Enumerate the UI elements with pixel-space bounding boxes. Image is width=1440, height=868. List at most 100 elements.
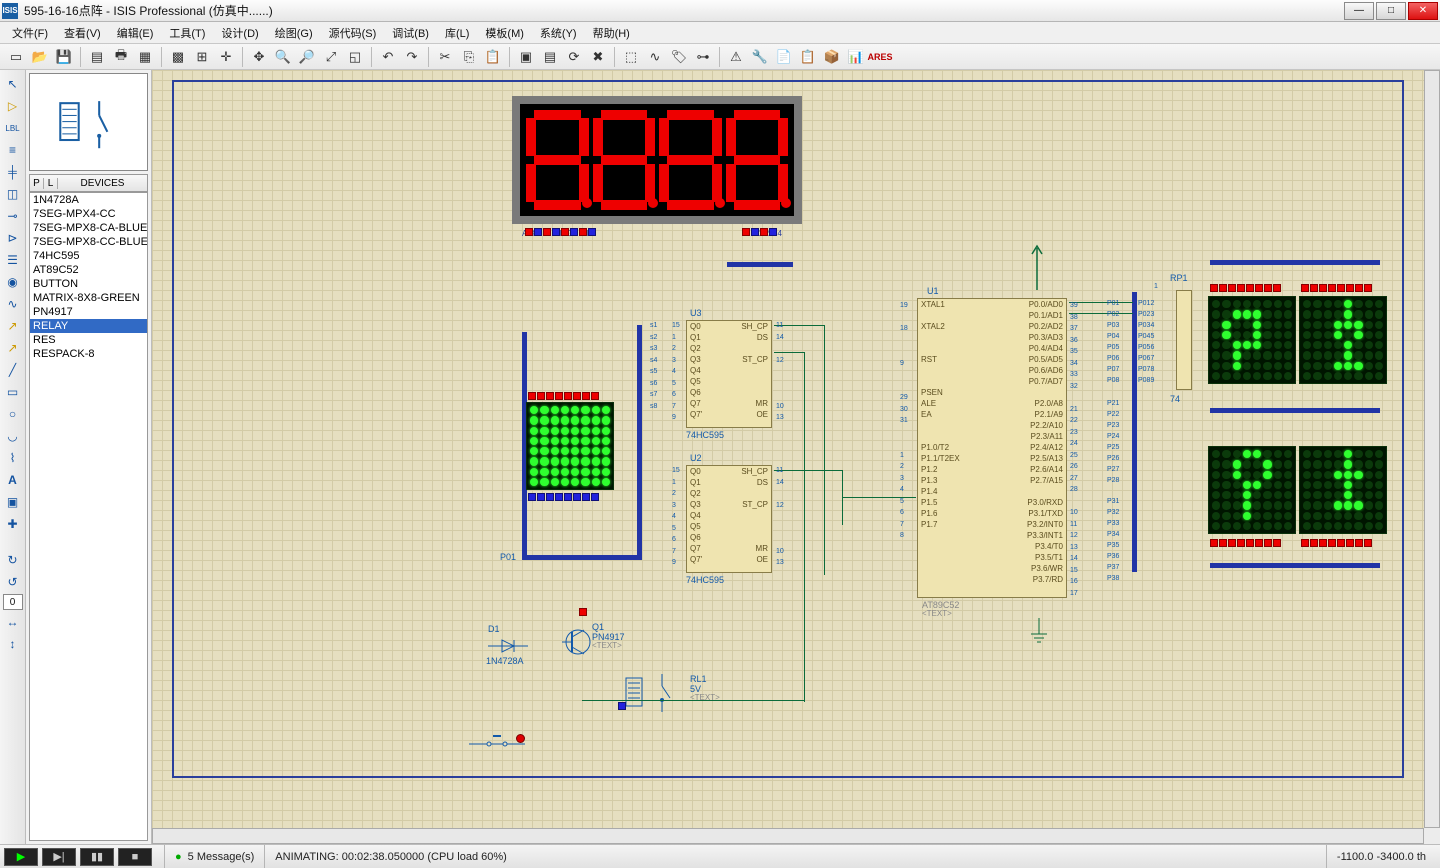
window-close-button[interactable]: ✕ <box>1408 2 1438 20</box>
u1-at89c52[interactable]: XTAL1P0.0/AD0P0.1/AD1XTAL2P0.2/AD2P0.3/A… <box>917 298 1067 598</box>
redo-icon[interactable]: ↷ <box>401 46 423 68</box>
rect-tool-icon[interactable]: ▭ <box>2 382 24 402</box>
menu-design[interactable]: 设计(D) <box>213 23 266 43</box>
menu-edit[interactable]: 编辑(E) <box>109 23 162 43</box>
menu-source[interactable]: 源代码(S) <box>321 23 385 43</box>
play-button[interactable]: ▶ <box>4 848 38 866</box>
menu-draw[interactable]: 绘图(G) <box>267 23 321 43</box>
block-copy-icon[interactable]: ▣ <box>515 46 537 68</box>
probe-i-tool-icon[interactable]: ↗ <box>2 338 24 358</box>
menu-library[interactable]: 库(L) <box>437 23 477 43</box>
rotate-cw-icon[interactable]: ↻ <box>2 550 24 570</box>
graph-tool-icon[interactable]: ☰ <box>2 250 24 270</box>
step-button[interactable]: ▶| <box>42 848 76 866</box>
schematic-canvas[interactable]: ABCDEFG DP 1234 Q0SH_CPQ1DSQ2Q3ST_CPQ4Q5… <box>152 70 1424 828</box>
mirror-h-icon[interactable]: ↔ <box>2 612 24 632</box>
line-tool-icon[interactable]: ╱ <box>2 360 24 380</box>
select-tool-icon[interactable]: ↖ <box>2 74 24 94</box>
device-list-item[interactable]: RESPACK-8 <box>30 347 147 361</box>
device-list-item[interactable]: 1N4728A <box>30 193 147 207</box>
pick-button[interactable]: P <box>30 178 44 189</box>
compile-icon[interactable]: 🔧 <box>749 46 771 68</box>
component-tool-icon[interactable]: ▷ <box>2 96 24 116</box>
device-list-item[interactable]: BUTTON <box>30 277 147 291</box>
device-list-item[interactable]: 7SEG-MPX8-CA-BLUE <box>30 221 147 235</box>
rotation-value-input[interactable]: 0 <box>3 594 23 610</box>
arc-tool-icon[interactable]: ◡ <box>2 426 24 446</box>
zoom-region-icon[interactable]: ◱ <box>344 46 366 68</box>
device-list-item[interactable]: AT89C52 <box>30 263 147 277</box>
page-setup-icon[interactable]: ▤ <box>86 46 108 68</box>
menu-template[interactable]: 模板(M) <box>477 23 532 43</box>
d1-diode-icon[interactable] <box>486 634 530 658</box>
block-delete-icon[interactable]: ✖ <box>587 46 609 68</box>
device-list-item[interactable]: 7SEG-MPX4-CC <box>30 207 147 221</box>
device-list-item[interactable]: PN4917 <box>30 305 147 319</box>
q1-transistor-icon[interactable] <box>562 622 592 662</box>
bus-tool-icon[interactable]: ╪ <box>2 162 24 182</box>
text2-tool-icon[interactable]: A <box>2 470 24 490</box>
device-list-item[interactable]: RES <box>30 333 147 347</box>
mirror-v-icon[interactable]: ↕ <box>2 634 24 654</box>
print-icon[interactable]: 🖶 <box>110 46 132 68</box>
button-actuator-icon[interactable] <box>516 734 525 743</box>
vertical-scrollbar[interactable] <box>1424 70 1440 828</box>
menu-debug[interactable]: 调试(B) <box>384 23 437 43</box>
led-matrix-top-right[interactable] <box>1299 296 1387 384</box>
text-tool-icon[interactable]: ≡ <box>2 140 24 160</box>
probe-v-tool-icon[interactable]: ↗ <box>2 316 24 336</box>
pan-icon[interactable]: ✥ <box>248 46 270 68</box>
menu-help[interactable]: 帮助(H) <box>585 23 638 43</box>
cut-icon[interactable]: ✂ <box>434 46 456 68</box>
menu-view[interactable]: 查看(V) <box>56 23 109 43</box>
led-matrix-bottom-left[interactable] <box>1208 446 1296 534</box>
u2-74hc595[interactable]: Q0SH_CPQ1DSQ2Q3ST_CPQ4Q5Q6Q7MRQ7'OE <box>686 465 772 573</box>
menu-tool[interactable]: 工具(T) <box>161 23 213 43</box>
pick-icon[interactable]: ⬚ <box>620 46 642 68</box>
save-icon[interactable]: 💾 <box>53 46 75 68</box>
zoom-in-icon[interactable]: 🔍 <box>272 46 294 68</box>
device-list-item[interactable]: 7SEG-MPX8-CC-BLUE <box>30 235 147 249</box>
wire-label-icon[interactable]: 🏷 <box>668 46 690 68</box>
report-icon[interactable]: 📊 <box>845 46 867 68</box>
device-list-item[interactable]: MATRIX-8X8-GREEN <box>30 291 147 305</box>
grid-icon[interactable]: ▩ <box>167 46 189 68</box>
bom-icon[interactable]: 📋 <box>797 46 819 68</box>
zoom-fit-icon[interactable]: ⤢ <box>320 46 342 68</box>
region-icon[interactable]: ▦ <box>134 46 156 68</box>
zoom-out-icon[interactable]: 🔎 <box>296 46 318 68</box>
generator-tool-icon[interactable]: ∿ <box>2 294 24 314</box>
origin-icon[interactable]: ✛ <box>215 46 237 68</box>
terminal-tool-icon[interactable]: ⊸ <box>2 206 24 226</box>
package-icon[interactable]: 📦 <box>821 46 843 68</box>
block-rotate-icon[interactable]: ⟳ <box>563 46 585 68</box>
grid-fine-icon[interactable]: ⊞ <box>191 46 213 68</box>
messages-status[interactable]: ● 5 Message(s) <box>164 845 264 868</box>
rotate-ccw-icon[interactable]: ↺ <box>2 572 24 592</box>
wire-tool-icon[interactable]: ∿ <box>644 46 666 68</box>
seven-segment-display[interactable]: ABCDEFG DP 1234 <box>512 96 802 224</box>
pause-button[interactable]: ▮▮ <box>80 848 114 866</box>
menu-file[interactable]: 文件(F) <box>4 23 56 43</box>
window-minimize-button[interactable]: — <box>1344 2 1374 20</box>
subcircuit-tool-icon[interactable]: ◫ <box>2 184 24 204</box>
netlist-icon[interactable]: 📄 <box>773 46 795 68</box>
block-move-icon[interactable]: ▤ <box>539 46 561 68</box>
label-tool-icon[interactable]: LBL <box>2 118 24 138</box>
ares-icon[interactable]: ARES <box>869 46 891 68</box>
device-list-item[interactable]: 74HC595 <box>30 249 147 263</box>
tape-tool-icon[interactable]: ◉ <box>2 272 24 292</box>
copy-icon[interactable]: ⎘ <box>458 46 480 68</box>
device-list-item[interactable]: RELAY <box>30 319 147 333</box>
library-button[interactable]: L <box>44 178 58 189</box>
device-pin-tool-icon[interactable]: ⊳ <box>2 228 24 248</box>
plus-tool-icon[interactable]: ✚ <box>2 514 24 534</box>
erc-icon[interactable]: ⚠ <box>725 46 747 68</box>
undo-icon[interactable]: ↶ <box>377 46 399 68</box>
led-matrix-bottom-right[interactable] <box>1299 446 1387 534</box>
device-list[interactable]: 1N4728A7SEG-MPX4-CC7SEG-MPX8-CA-BLUE7SEG… <box>29 192 148 841</box>
rp1-respack[interactable] <box>1176 290 1192 390</box>
stop-button[interactable]: ■ <box>118 848 152 866</box>
led-matrix-top-left[interactable] <box>1208 296 1296 384</box>
u3-74hc595[interactable]: Q0SH_CPQ1DSQ2Q3ST_CPQ4Q5Q6Q7MRQ7'OE <box>686 320 772 428</box>
